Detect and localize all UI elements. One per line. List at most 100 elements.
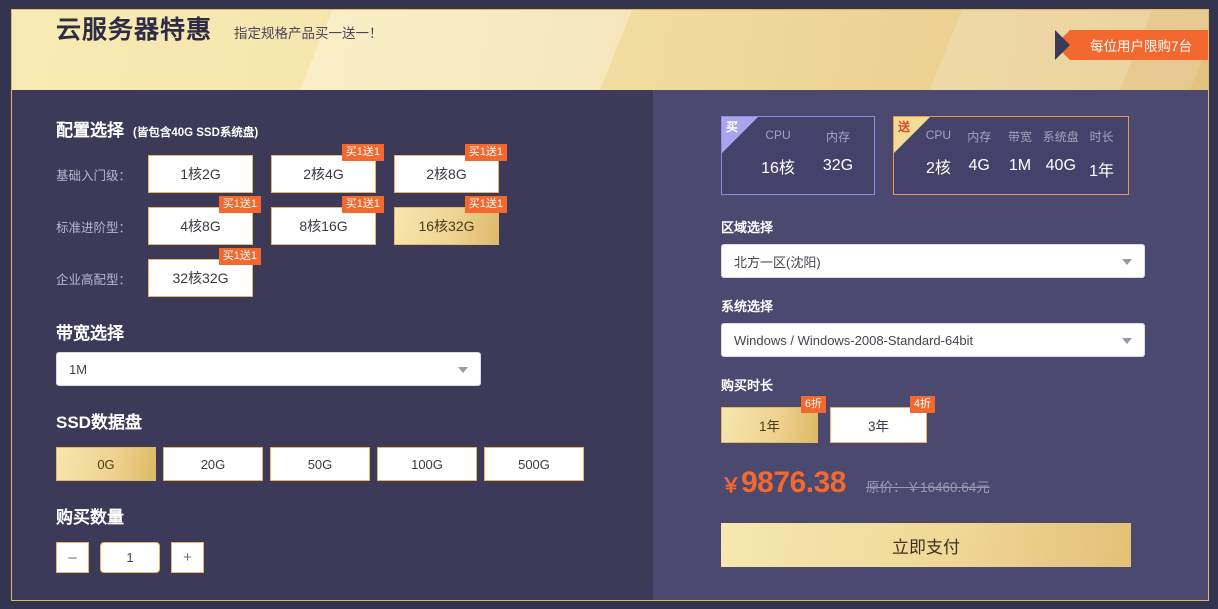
config-option-label: 2核8G [426,166,467,182]
promo-card: 云服务器特惠 指定规格产品买一送一！ 每位用户限购7台 配置选择 (皆包含40G… [11,9,1209,601]
spec-card-corner-label: 买 [726,120,739,134]
spec-value: 4G [968,157,990,174]
spec-col-systemdisk: 系统盘 40G [1040,128,1081,181]
config-option-2h4g[interactable]: 买1送1 2核4G [271,144,384,193]
bandwidth-value: 1M [69,361,88,377]
config-option-32h32g[interactable]: 买1送1 32核32G [148,248,261,297]
config-option-16h32g[interactable]: 买1送1 16核32G [394,196,507,245]
config-row-enterprise: 企业高配型： 买1送1 32核32G [56,248,653,297]
price-currency: ￥ [721,475,741,497]
ssd-option-label: 20G [200,456,226,472]
spec-head: 带宽 [1007,130,1032,144]
spec-card-purchased: 买 CPU 16核 内存 32G [721,116,875,195]
promo-tag: 买1送1 [218,196,261,213]
spec-cards: 买 CPU 16核 内存 32G 送 CPU 2核 内存 4G 带宽 1M 系统… [721,116,1173,195]
page-root: 云服务器特惠 指定规格产品买一送一！ 每位用户限购7台 配置选择 (皆包含40G… [0,0,1218,609]
config-option-label: 16核32G [418,218,475,234]
spec-head: 内存 [825,130,850,144]
spec-col-memory: 内存 4G [959,128,1000,181]
ssd-option-label: 100G [411,456,443,472]
ssd-option-500g[interactable]: 500G [484,447,584,481]
spec-value: 40G [1045,157,1076,174]
quantity-stepper: – 1 + [56,542,653,573]
spec-head: 时长 [1089,130,1114,144]
promo-tag: 买1送1 [218,248,261,265]
pay-now-button[interactable]: 立即支付 [721,523,1131,567]
spec-col-memory: 内存 32G [808,128,868,178]
spec-head: 内存 [967,130,992,144]
spec-card-corner-label: 送 [898,120,911,134]
config-row-label: 基础入门级： [56,168,132,183]
ssd-option-0g[interactable]: 0G [56,447,156,481]
spec-value: 1M [1008,157,1032,174]
ssd-option-label: 0G [97,456,115,472]
duration-options: 6折 1年 4折 3年 [721,396,1173,443]
promo-tag: 买1送1 [464,196,507,213]
discount-tag: 4折 [909,396,935,413]
ssd-option-label: 50G [307,456,333,472]
discount-tag: 6折 [800,396,826,413]
price-amount: 9876.38 [741,466,846,499]
config-option-2h8g[interactable]: 买1送1 2核8G [394,144,507,193]
quantity-input[interactable]: 1 [100,542,160,573]
config-option-label: 2核4G [303,166,344,182]
region-section-title: 区域选择 [721,220,774,235]
ssd-section-title: SSD数据盘 [56,413,142,432]
spec-col-duration: 时长 1年 [1081,128,1122,181]
spec-value: 1年 [1089,163,1115,180]
spec-card-gift: 送 CPU 2核 内存 4G 带宽 1M 系统盘 40G 时长 1年 [893,116,1129,195]
spec-value: 16核 [761,160,795,177]
config-option-1h2g[interactable]: 1核2G [148,155,253,193]
ssd-option-100g[interactable]: 100G [377,447,477,481]
promo-header: 云服务器特惠 指定规格产品买一送一！ 每位用户限购7台 [12,10,1208,90]
config-title-text: 配置选择 [56,121,124,140]
duration-option-label: 1年 [758,419,780,434]
chevron-down-icon [1122,259,1132,265]
page-subtitle: 指定规格产品买一送一！ [234,26,383,41]
promo-tag: 买1送1 [341,196,384,213]
ssd-options: 0G 20G 50G 100G 500G [56,447,653,481]
config-option-8h16g[interactable]: 买1送1 8核16G [271,196,384,245]
quantity-decrease-button[interactable]: – [56,542,89,573]
duration-option-1year[interactable]: 6折 1年 [721,396,826,443]
chevron-down-icon [458,367,468,373]
bandwidth-section-title: 带宽选择 [56,324,124,343]
ssd-option-20g[interactable]: 20G [163,447,263,481]
duration-option-label: 3年 [867,419,889,434]
config-title-note: (皆包含40G SSD系统盘) [133,127,259,139]
region-value: 北方一区(沈阳) [734,254,821,270]
spec-value: 32G [822,157,854,174]
duration-option-3year[interactable]: 4折 3年 [830,396,935,443]
promo-tag: 买1送1 [464,144,507,161]
ssd-option-label: 500G [518,456,550,472]
price-block: ￥ 9876.38 原价：￥16460.64元 [721,466,1173,500]
config-row-basic: 基础入门级： 1核2G 买1送1 2核4G 买1送1 2核8G [56,144,653,193]
promo-body: 配置选择 (皆包含40G SSD系统盘) 基础入门级： 1核2G 买1送1 2核… [12,90,1208,600]
spec-value: 2核 [925,160,951,177]
spec-head: 系统盘 [1042,130,1079,144]
config-row-label: 标准进阶型： [56,220,132,235]
quantity-section-title: 购买数量 [56,508,124,527]
quantity-increase-button[interactable]: + [171,542,204,573]
original-price: 原价：￥16460.64元 [865,480,990,495]
config-option-4h8g[interactable]: 买1送1 4核8G [148,196,261,245]
system-value: Windows / Windows-2008-Standard-64bit [734,332,974,348]
system-select[interactable]: Windows / Windows-2008-Standard-64bit [721,323,1145,357]
config-option-label: 8核16G [299,218,348,234]
config-option-label: 32核32G [172,270,229,286]
config-row-label: 企业高配型： [56,272,132,287]
system-section-title: 系统选择 [721,299,774,314]
config-option-label: 1核2G [180,166,221,182]
purchase-limit-ribbon: 每位用户限购7台 [1054,30,1208,60]
ssd-option-50g[interactable]: 50G [270,447,370,481]
bandwidth-select[interactable]: 1M [56,352,481,386]
duration-section-title: 购买时长 [721,378,774,393]
config-row-standard: 标准进阶型： 买1送1 4核8G 买1送1 8核16G 买1送1 16核32G [56,196,653,245]
config-section-title: 配置选择 (皆包含40G SSD系统盘) [56,116,653,141]
promo-tag: 买1送1 [341,144,384,161]
config-option-label: 4核8G [180,218,221,234]
page-title: 云服务器特惠 [56,16,213,44]
region-select[interactable]: 北方一区(沈阳) [721,244,1145,278]
config-pane: 配置选择 (皆包含40G SSD系统盘) 基础入门级： 1核2G 买1送1 2核… [12,90,653,600]
chevron-down-icon [1122,338,1132,344]
